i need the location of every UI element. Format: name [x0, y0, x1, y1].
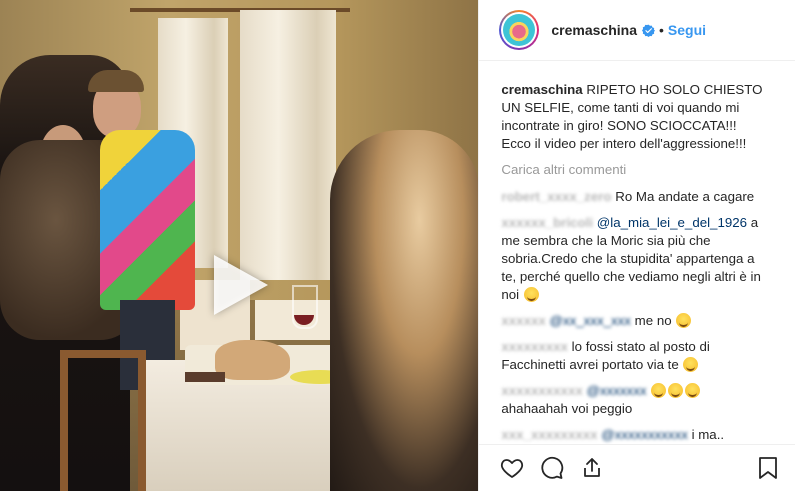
- comment-icon: [541, 456, 564, 479]
- avatar-image: [503, 14, 536, 46]
- laughing-emoji-icon: [668, 383, 684, 398]
- comment-item: xxxxxxxxx lo fossi stato al posto di Fac…: [501, 338, 775, 374]
- like-button[interactable]: [499, 455, 525, 481]
- comment-mention[interactable]: @xxxxxxxxxxx: [601, 427, 688, 442]
- share-button[interactable]: [579, 455, 605, 481]
- comment-username[interactable]: xxxxxxxxxxx: [501, 383, 582, 398]
- man-figure: [85, 70, 195, 390]
- account-username[interactable]: cremaschina: [551, 22, 637, 38]
- smiling-emoji-icon: [683, 357, 699, 372]
- comment-item: xxx_xxxxxxxxx @xxxxxxxxxxx i ma.. vabbe …: [501, 426, 775, 444]
- comment-item: robert_xxxx_zero Ro Ma andate a cagare: [501, 188, 775, 206]
- comment-username[interactable]: xxx_xxxxxxxxx: [501, 427, 597, 442]
- comment-username[interactable]: xxxxxx: [501, 313, 545, 328]
- chair: [60, 350, 146, 491]
- heart-icon: [501, 459, 524, 478]
- comment-mention[interactable]: @xx_xxx_xxx: [549, 313, 630, 328]
- comment-mention[interactable]: @la_mia_lei_e_del_1926: [597, 215, 747, 230]
- comment-text: Ro Ma andate a cagare: [611, 189, 755, 204]
- laughing-emoji-icon: [523, 287, 539, 302]
- play-icon: [214, 255, 268, 315]
- napkin: [185, 372, 225, 382]
- comment-button[interactable]: [539, 455, 565, 481]
- share-icon: [584, 458, 601, 477]
- laughing-emoji-icon: [676, 313, 692, 328]
- blonde-woman-figure: [330, 130, 479, 491]
- man-cap: [88, 70, 144, 92]
- post-side-panel: cremaschina • Segui cremaschina RIPETO H…: [478, 0, 795, 491]
- post-header: cremaschina • Segui: [479, 0, 795, 61]
- avatar[interactable]: [499, 10, 540, 50]
- avatar-ring: [501, 12, 538, 48]
- laughing-emoji-icon: [651, 383, 667, 398]
- load-more-comments-button[interactable]: Carica altri commenti: [501, 161, 775, 179]
- comment-username[interactable]: robert_xxxx_zero: [501, 189, 611, 204]
- comment-text: ahahaahah voi peggio: [501, 401, 633, 416]
- comments-list[interactable]: cremaschina RIPETO HO SOLO CHIESTO UN SE…: [479, 61, 795, 444]
- comment-username[interactable]: xxxxxx_bricoli: [501, 215, 593, 230]
- laughing-emoji-icon: [685, 383, 701, 398]
- comment-item: xxxxxx_bricoli @la_mia_lei_e_del_1926 a …: [501, 214, 775, 304]
- comment-text: me no: [630, 313, 672, 328]
- comment-mention[interactable]: @xxxxxxx: [586, 383, 646, 398]
- bookmark-icon: [759, 457, 778, 479]
- post-caption: cremaschina RIPETO HO SOLO CHIESTO UN SE…: [501, 81, 775, 153]
- comment-username[interactable]: xxxxxxxxx: [501, 339, 568, 354]
- curtain-right: [240, 10, 336, 280]
- bread-basket: [215, 340, 290, 380]
- follow-button[interactable]: Segui: [668, 22, 706, 38]
- play-button[interactable]: [206, 253, 276, 317]
- comment-text: [647, 383, 651, 398]
- comment-item: xxxxxxxxxxx @xxxxxxx ahahaahah voi peggi…: [501, 382, 775, 418]
- save-button[interactable]: [755, 455, 781, 481]
- caption-username[interactable]: cremaschina: [501, 82, 582, 97]
- instagram-post: cremaschina • Segui cremaschina RIPETO H…: [0, 0, 795, 491]
- colorful-jacket: [100, 130, 195, 310]
- comment-item: xxxxxx @xx_xxx_xxx me no: [501, 312, 775, 330]
- action-bar: [479, 444, 795, 491]
- verified-badge-icon: [642, 24, 655, 37]
- separator-dot: •: [659, 22, 664, 38]
- video-player[interactable]: [0, 0, 479, 491]
